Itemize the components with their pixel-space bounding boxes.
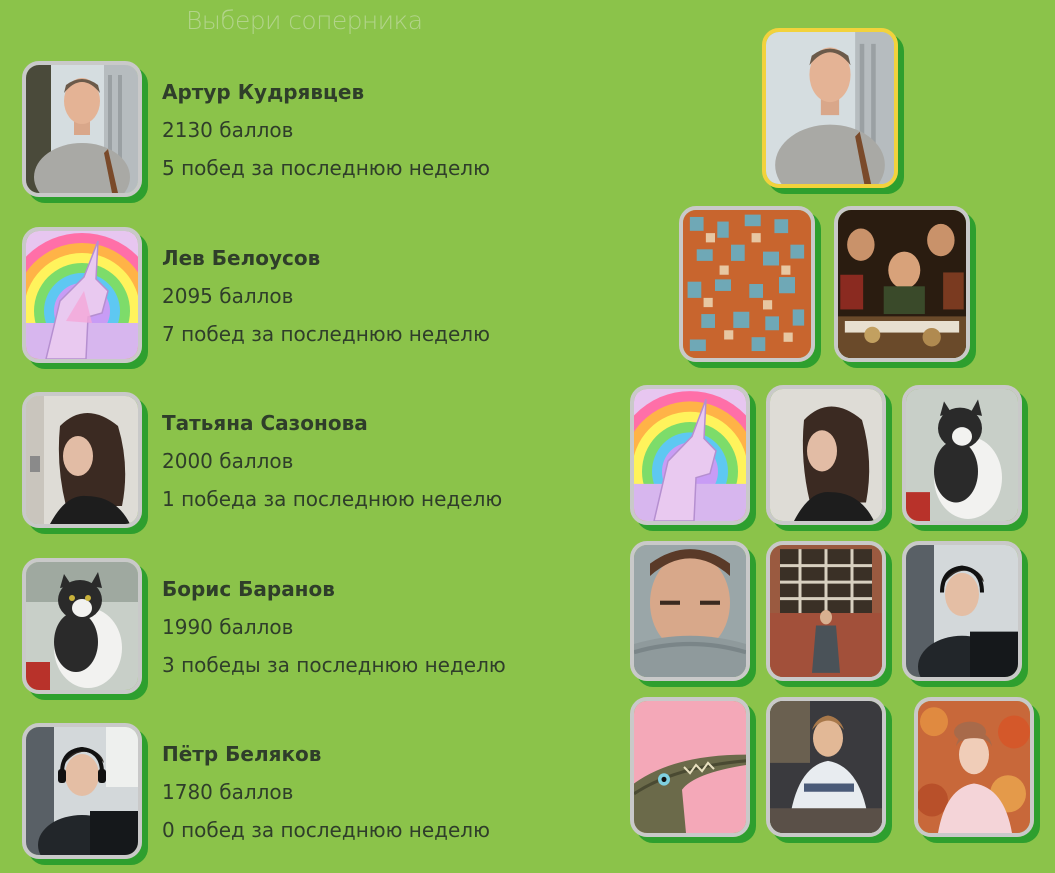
- player-name: Борис Баранов: [162, 577, 335, 601]
- pyramid-tile[interactable]: [914, 697, 1034, 837]
- player-info: Артур Кудрявцев 2130 баллов 5 побед за п…: [162, 73, 490, 187]
- player-avatar[interactable]: [22, 392, 142, 528]
- pyramid-tile[interactable]: [902, 385, 1022, 525]
- player-info: Борис Баранов 1990 баллов 3 победы за по…: [162, 570, 506, 684]
- player-avatar[interactable]: [22, 558, 142, 694]
- man-scarf-photo: [634, 545, 746, 677]
- pyramid-tile[interactable]: [630, 697, 750, 837]
- player-card[interactable]: Татьяна Сазонова 2000 баллов 1 победа за…: [22, 392, 562, 532]
- crocodile-photo: [634, 701, 746, 833]
- mosaic-art-image: [683, 210, 811, 358]
- player-card[interactable]: Борис Баранов 1990 баллов 3 победы за по…: [22, 558, 562, 698]
- pyramid-tile[interactable]: [834, 206, 970, 362]
- player-avatar[interactable]: [22, 723, 142, 859]
- woman-autumn-photo: [918, 701, 1030, 833]
- opponent-selection-screen: Выбери соперника Артур Кудрявцев 2130 ба…: [0, 0, 1055, 873]
- player-avatar[interactable]: [22, 227, 142, 363]
- pyramid-tile[interactable]: [679, 206, 815, 362]
- player-info: Пётр Беляков 1780 баллов 0 побед за посл…: [162, 735, 490, 849]
- player-wins: 7 побед за последнюю неделю: [162, 322, 490, 346]
- player-score: 2130 баллов: [162, 118, 294, 142]
- pyramid-tile[interactable]: [766, 697, 886, 837]
- player-name: Лев Белоусов: [162, 246, 321, 270]
- fat-cat-photo: [906, 389, 1018, 521]
- man-headset-photo: [906, 545, 1018, 677]
- player-name: Пётр Беляков: [162, 742, 322, 766]
- fat-cat-photo: [26, 562, 138, 690]
- player-score: 1990 баллов: [162, 615, 294, 639]
- woman-dark-hair-photo: [770, 389, 882, 521]
- feast-painting-image: [838, 210, 966, 358]
- player-score: 2000 баллов: [162, 449, 294, 473]
- pyramid-tile[interactable]: [902, 541, 1022, 681]
- woman-dark-hair-photo: [26, 396, 138, 524]
- player-wins: 3 победы за последнюю неделю: [162, 653, 506, 677]
- man-grey-shirt-photo: [766, 32, 894, 184]
- pyramid-tile[interactable]: [766, 385, 886, 525]
- player-info: Татьяна Сазонова 2000 баллов 1 победа за…: [162, 404, 502, 518]
- player-score: 2095 баллов: [162, 284, 294, 308]
- page-title: Выбери соперника: [186, 6, 423, 35]
- player-name: Артур Кудрявцев: [162, 80, 365, 104]
- rainbow-unicorn-icon: [26, 231, 138, 359]
- pyramid-tile[interactable]: [630, 385, 750, 525]
- pyramid-tile-leader[interactable]: [762, 28, 898, 188]
- man-grey-shirt-photo: [26, 65, 138, 193]
- player-score: 1780 баллов: [162, 780, 294, 804]
- player-card[interactable]: Артур Кудрявцев 2130 баллов 5 побед за п…: [22, 61, 562, 201]
- man-sweater-photo: [770, 701, 882, 833]
- woman-window-photo: [770, 545, 882, 677]
- player-card[interactable]: Пётр Беляков 1780 баллов 0 побед за посл…: [22, 723, 562, 863]
- player-info: Лев Белоусов 2095 баллов 7 побед за посл…: [162, 239, 490, 353]
- player-wins: 0 побед за последнюю неделю: [162, 818, 490, 842]
- player-avatar[interactable]: [22, 61, 142, 197]
- player-name: Татьяна Сазонова: [162, 411, 368, 435]
- player-card[interactable]: Лев Белоусов 2095 баллов 7 побед за посл…: [22, 227, 562, 367]
- pyramid-tile[interactable]: [766, 541, 886, 681]
- player-wins: 5 побед за последнюю неделю: [162, 156, 490, 180]
- pyramid-tile[interactable]: [630, 541, 750, 681]
- man-headset-photo: [26, 727, 138, 855]
- rainbow-unicorn-icon: [634, 389, 746, 521]
- player-wins: 1 победа за последнюю неделю: [162, 487, 503, 511]
